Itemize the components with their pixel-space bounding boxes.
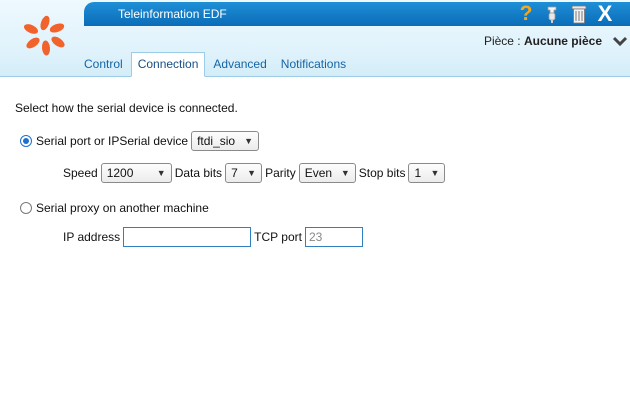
- serial-port-radio[interactable]: [20, 135, 32, 147]
- chevron-down-icon: ▼: [340, 168, 350, 178]
- room-label: Pièce :: [483, 34, 521, 48]
- ip-address-input[interactable]: [123, 227, 252, 247]
- serial-proxy-radio[interactable]: [20, 202, 32, 214]
- serial-option-row: Serial port or IPSerial device ftdi_sio …: [20, 131, 262, 151]
- stopbits-select[interactable]: 1 ▼: [408, 163, 446, 183]
- room-indicator: Pièce : Aucune pièce: [484, 34, 602, 48]
- speed-select[interactable]: 1200 ▼: [100, 163, 172, 183]
- tab-bar: Control Connection Advanced Notification…: [78, 50, 354, 77]
- proxy-params-row: IP address TCP port: [63, 227, 366, 247]
- tab-notifications[interactable]: Notifications: [275, 54, 352, 76]
- title-bar: Teleinformation EDF ? X: [84, 1, 630, 26]
- chevron-down-icon: ▼: [247, 168, 257, 178]
- window-title: Teleinformation EDF: [118, 7, 227, 21]
- serial-proxy-label[interactable]: Serial proxy on another machine: [36, 201, 209, 215]
- device-select[interactable]: ftdi_sio ▼: [191, 131, 260, 151]
- tab-connection[interactable]: Connection: [130, 52, 206, 77]
- speed-value: 1200: [106, 166, 134, 180]
- connection-panel: Select how the serial device is connecte…: [0, 77, 630, 414]
- speed-label: Speed: [63, 166, 98, 180]
- chevron-down-icon: ▼: [156, 168, 166, 178]
- serial-params-row: Speed 1200 ▼ Data bits 7 ▼ Parity Even ▼…: [63, 163, 448, 183]
- tab-advanced[interactable]: Advanced: [207, 54, 272, 76]
- parity-select[interactable]: Even ▼: [298, 163, 356, 183]
- chevron-down-icon[interactable]: [612, 34, 628, 48]
- room-value: Aucune pièce: [523, 34, 602, 48]
- trash-icon[interactable]: [569, 3, 589, 25]
- app-header: Teleinformation EDF ? X Pièce : Aucune p…: [0, 0, 630, 77]
- ip-address-label: IP address: [63, 230, 121, 244]
- tcp-port-input[interactable]: [304, 227, 363, 247]
- databits-label: Data bits: [174, 166, 223, 180]
- parity-value: Even: [304, 166, 333, 180]
- serial-port-label[interactable]: Serial port or IPSerial device: [36, 134, 188, 148]
- tcp-port-label: TCP port: [254, 230, 302, 244]
- close-icon[interactable]: X: [595, 1, 615, 26]
- parity-label: Parity: [265, 166, 296, 180]
- chevron-down-icon: ▼: [244, 136, 254, 146]
- device-value: ftdi_sio: [197, 134, 236, 148]
- edf-logo: [23, 15, 65, 56]
- databits-select[interactable]: 7 ▼: [225, 163, 263, 183]
- plugin-icon[interactable]: [542, 3, 562, 25]
- chevron-down-icon: ▼: [430, 168, 440, 178]
- proxy-option-row: Serial proxy on another machine: [20, 201, 209, 215]
- stopbits-value: 1: [414, 166, 422, 180]
- tab-control[interactable]: Control: [78, 54, 129, 76]
- help-icon[interactable]: ?: [516, 2, 536, 25]
- databits-value: 7: [231, 166, 238, 180]
- stopbits-label: Stop bits: [358, 166, 406, 180]
- intro-text: Select how the serial device is connecte…: [15, 101, 238, 115]
